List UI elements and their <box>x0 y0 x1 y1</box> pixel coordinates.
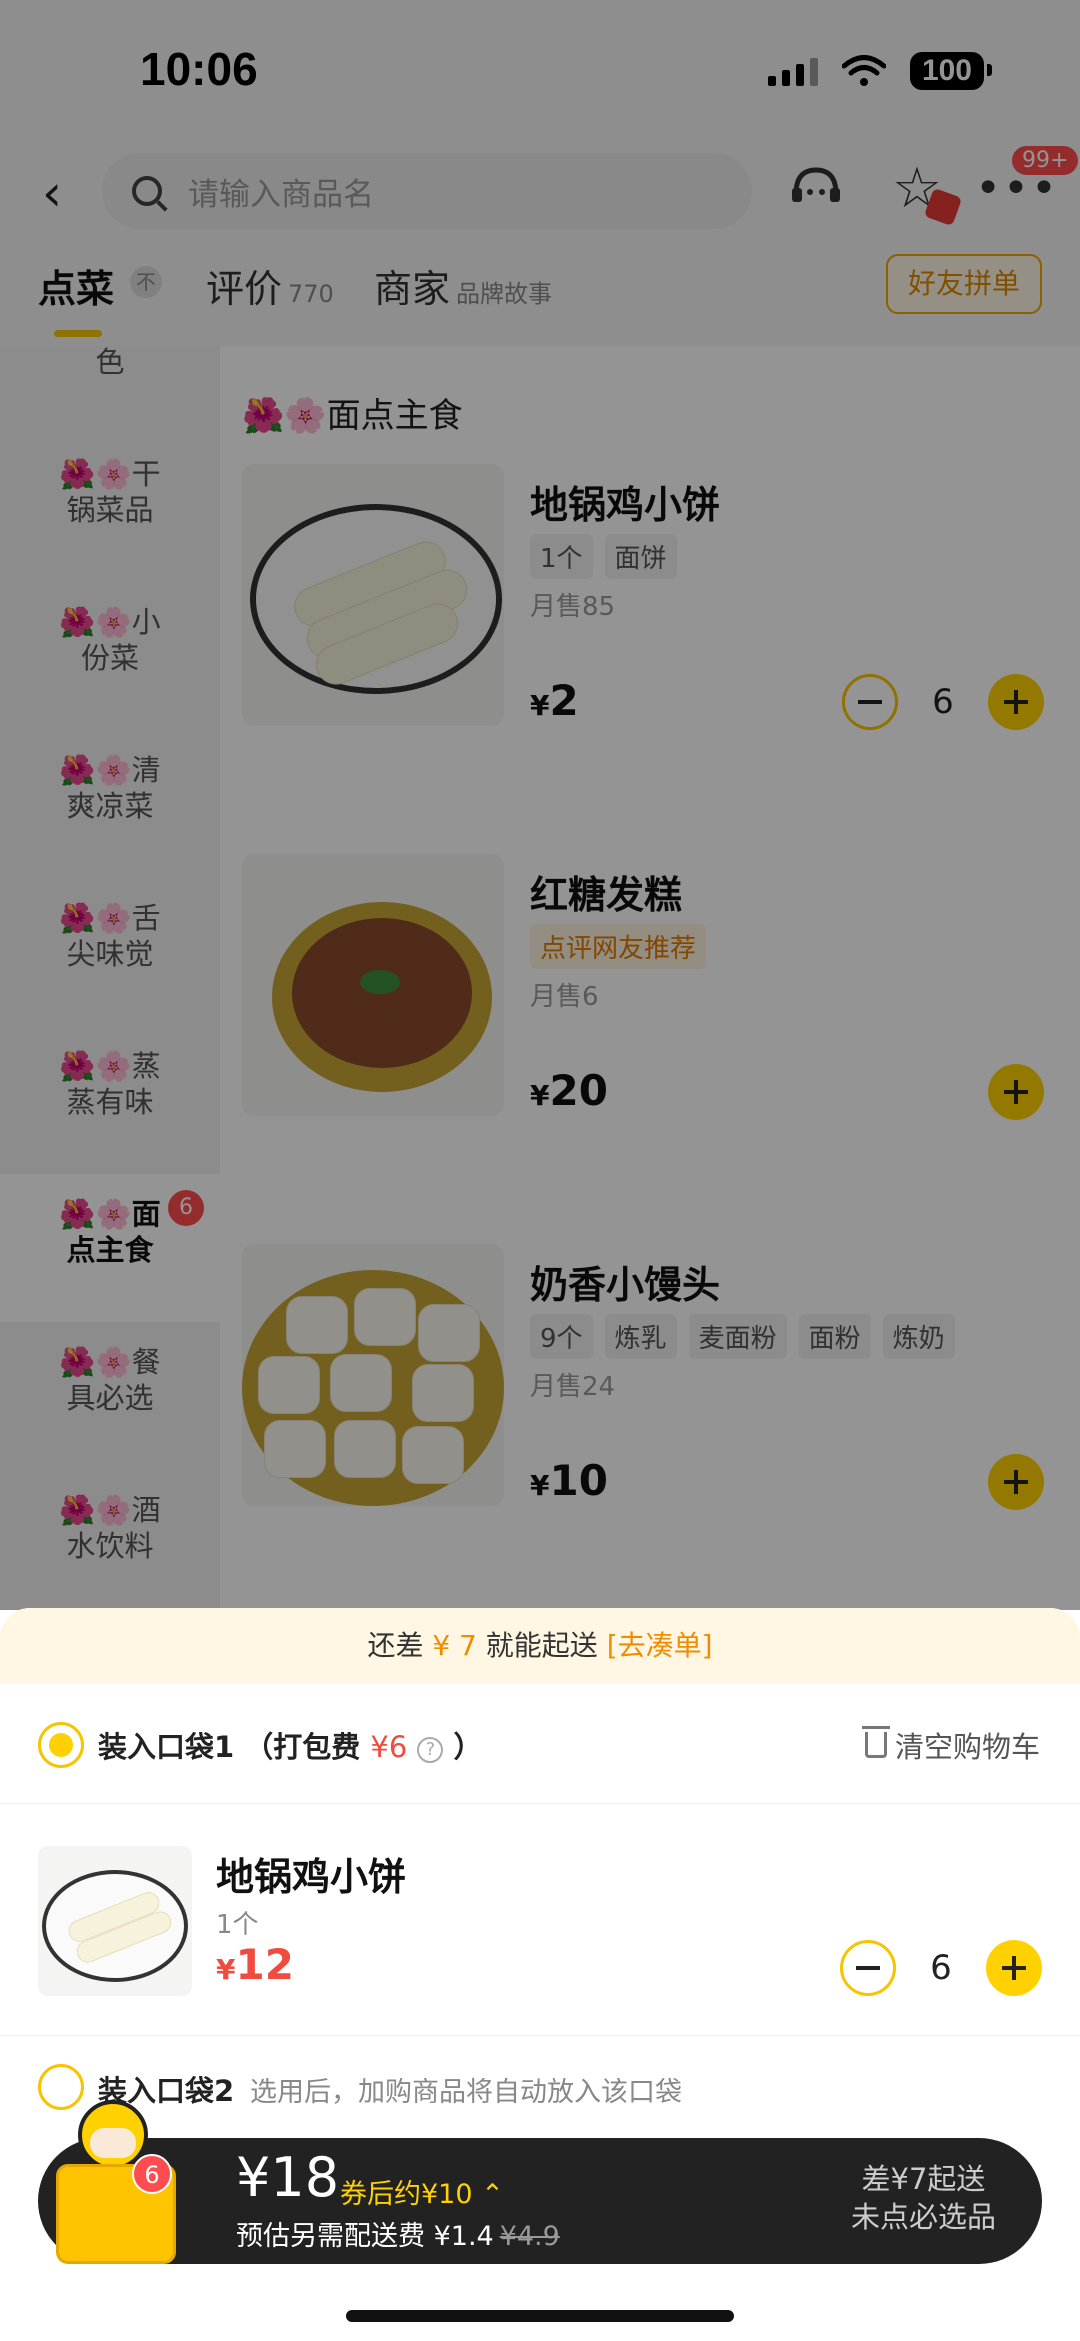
min-order-notice: 还差 ¥ 7 就能起送 [去凑单] <box>0 1608 1080 1684</box>
mascot-face <box>90 2128 136 2158</box>
cart-item-price: ¥12 <box>216 1940 294 1989</box>
modal-backdrop[interactable] <box>0 0 1080 1610</box>
currency-symbol: ¥ <box>216 1953 236 1986</box>
cart-total: ¥18 <box>236 2146 340 2209</box>
bag-1-label: 装入口袋1 （打包费 ¥6 ? ） <box>98 1724 483 1766</box>
help-icon[interactable]: ? <box>417 1737 444 1763</box>
minus-icon <box>856 1966 880 1970</box>
cart-item: 地锅鸡小饼 1个 ¥12 6 <box>0 1804 1080 2036</box>
notice-amount: ¥ 7 <box>432 1629 477 1662</box>
bag-1-title: 装入口袋1 （打包费 <box>98 1730 371 1764</box>
bag-1-close-paren: ） <box>443 1730 483 1764</box>
submit-disabled-note: 差¥7起送 未点必选品 <box>851 2160 996 2236</box>
trash-icon <box>861 1726 890 1758</box>
min-order-diff: 差¥7起送 <box>861 2162 986 2196</box>
home-indicator <box>346 2310 734 2322</box>
bag-1-row: 装入口袋1 （打包费 ¥6 ? ） 清空购物车 <box>0 1684 1080 1804</box>
add-more-link[interactable]: [去凑单] <box>607 1629 713 1662</box>
clear-cart-button[interactable]: 清空购物车 <box>861 1724 1040 1766</box>
delivery-fee-original: ¥4.9 <box>499 2221 560 2252</box>
coupon-estimate[interactable]: 券后约¥10 ⌃ <box>340 2172 504 2211</box>
clear-cart-label: 清空购物车 <box>894 1730 1040 1764</box>
notice-text-mid: 就能起送 <box>476 1629 607 1662</box>
notice-text-pre: 还差 <box>367 1629 433 1662</box>
bag-1-radio[interactable] <box>38 1722 84 1768</box>
cart-count-badge: 6 <box>132 2154 172 2194</box>
add-button[interactable] <box>986 1940 1042 1996</box>
decrease-button[interactable] <box>840 1940 896 1996</box>
bag-2-description: 选用后，加购商品将自动放入该口袋 <box>250 2077 682 2108</box>
cart-item-image <box>38 1846 192 1996</box>
quantity-stepper: 6 <box>840 1940 1042 1996</box>
cart-item-name: 地锅鸡小饼 <box>216 1855 407 1899</box>
cart-item-spec: 1个 <box>216 1910 259 1940</box>
price-value: 12 <box>235 1940 294 1989</box>
required-item-note: 未点必选品 <box>850 2200 996 2234</box>
quantity-value: 6 <box>930 1948 952 1988</box>
delivery-fee-note: 预估另需配送费 ¥1.4 ¥4.9 <box>236 2214 560 2253</box>
packing-fee: ¥6 <box>370 1730 408 1764</box>
delivery-fee-label: 预估另需配送费 ¥1.4 <box>236 2221 494 2252</box>
